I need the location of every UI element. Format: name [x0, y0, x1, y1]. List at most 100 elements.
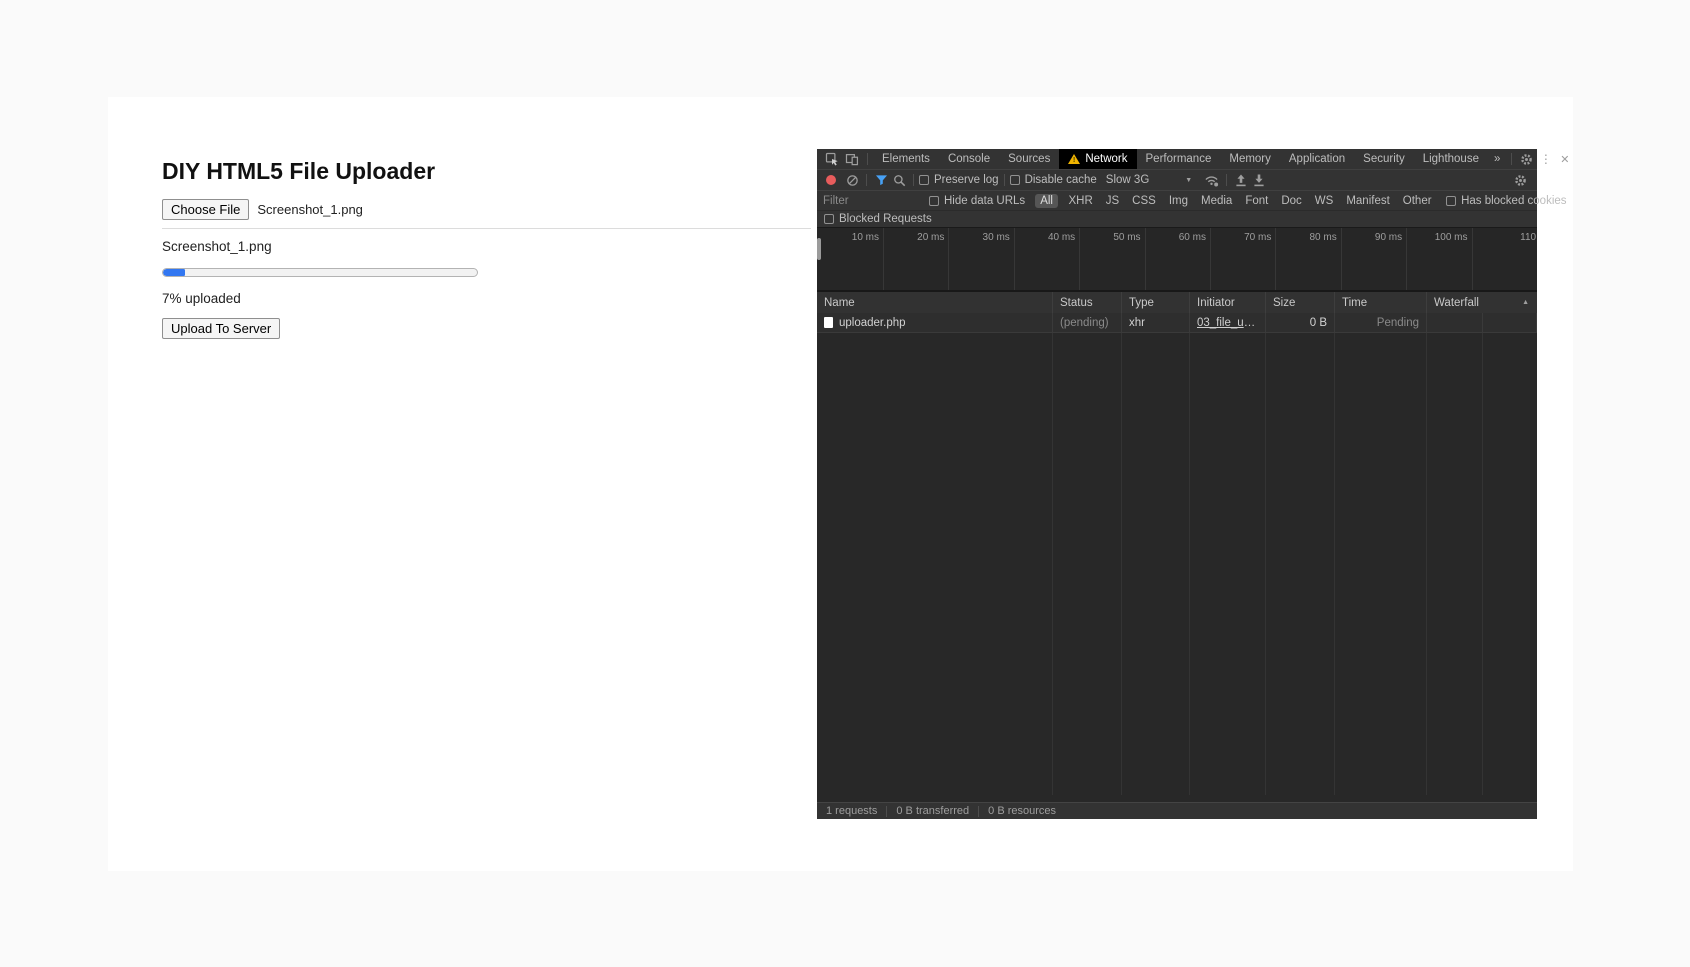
network-conditions-icon[interactable]: [1201, 174, 1221, 187]
file-icon: [824, 317, 833, 328]
tab-network-label: Network: [1085, 153, 1127, 165]
ruler-tick: 40 ms: [1015, 228, 1080, 290]
upload-progress-fill: [163, 269, 185, 276]
checkbox-icon: [1446, 196, 1456, 206]
column-header-waterfall[interactable]: Waterfall ▲: [1427, 292, 1537, 313]
device-toolbar-icon[interactable]: [842, 152, 862, 166]
hide-data-urls-checkbox[interactable]: Hide data URLs: [929, 195, 1025, 207]
checkbox-icon: [929, 196, 939, 206]
divider: [1004, 174, 1005, 186]
network-settings-gear-icon[interactable]: [1510, 174, 1530, 187]
column-header-initiator[interactable]: Initiator: [1190, 292, 1266, 313]
tab-performance[interactable]: Performance: [1137, 149, 1221, 169]
hide-data-urls-label: Hide data URLs: [944, 195, 1025, 207]
chevron-down-icon[interactable]: ▼: [1185, 177, 1192, 184]
filter-type-css[interactable]: CSS: [1126, 195, 1163, 207]
request-time-cell: Pending: [1335, 313, 1427, 332]
search-icon[interactable]: [890, 174, 908, 187]
table-row[interactable]: uploader.php (pending) xhr 03_file_uploa…: [817, 313, 1537, 333]
upload-to-server-button[interactable]: Upload To Server: [162, 318, 280, 339]
divider: [913, 174, 914, 186]
divider: [867, 153, 868, 165]
network-filter-bar: Hide data URLs All XHR JS CSS Img Media …: [817, 190, 1537, 210]
divider: [162, 228, 811, 229]
filter-type-xhr[interactable]: XHR: [1062, 195, 1099, 207]
uploading-file-label: Screenshot_1.png: [162, 239, 272, 254]
throttling-dropdown[interactable]: Slow 3G: [1106, 174, 1149, 186]
divider: [1226, 174, 1227, 186]
filter-icon[interactable]: [872, 174, 890, 186]
tab-lighthouse[interactable]: Lighthouse: [1414, 149, 1488, 169]
divider: [866, 174, 867, 186]
more-tabs-icon[interactable]: »: [1488, 149, 1506, 169]
close-devtools-icon[interactable]: ✕: [1555, 150, 1574, 168]
divider: [1511, 153, 1512, 165]
request-waterfall-cell: [1427, 313, 1537, 332]
tab-security[interactable]: Security: [1354, 149, 1414, 169]
filter-type-js[interactable]: JS: [1099, 195, 1125, 207]
column-header-time[interactable]: Time: [1335, 292, 1427, 313]
request-status-cell: (pending): [1053, 313, 1122, 332]
import-har-icon[interactable]: [1232, 174, 1250, 187]
column-gridline: [1426, 333, 1427, 795]
request-initiator-cell[interactable]: 03_file_upload…: [1190, 313, 1266, 332]
page-title: DIY HTML5 File Uploader: [162, 158, 435, 185]
disable-cache-checkbox[interactable]: Disable cache: [1010, 174, 1097, 186]
filter-type-img[interactable]: Img: [1162, 195, 1194, 207]
checkbox-icon: [919, 175, 929, 185]
tab-console[interactable]: Console: [939, 149, 999, 169]
devtools-panel: Elements Console Sources ! Network Perfo…: [817, 149, 1537, 819]
column-header-status[interactable]: Status: [1053, 292, 1122, 313]
has-blocked-cookies-checkbox[interactable]: Has blocked cookies: [1446, 195, 1566, 207]
filter-type-other[interactable]: Other: [1396, 195, 1438, 207]
filter-type-media[interactable]: Media: [1195, 195, 1239, 207]
choose-file-button[interactable]: Choose File: [162, 199, 249, 220]
ruler-tick: 10 ms: [817, 228, 884, 290]
warning-icon: !: [1068, 154, 1080, 164]
export-har-icon[interactable]: [1250, 174, 1268, 187]
tab-network[interactable]: ! Network: [1059, 149, 1136, 169]
blocked-requests-checkbox[interactable]: Blocked Requests: [824, 213, 932, 225]
preserve-log-checkbox[interactable]: Preserve log: [919, 174, 999, 186]
selected-file-name: Screenshot_1.png: [257, 202, 363, 217]
tab-elements[interactable]: Elements: [873, 149, 939, 169]
inspect-element-icon[interactable]: [822, 152, 842, 166]
filter-type-manifest[interactable]: Manifest: [1340, 195, 1396, 207]
request-name-cell[interactable]: uploader.php: [817, 313, 1053, 332]
column-header-type[interactable]: Type: [1122, 292, 1190, 313]
tab-memory[interactable]: Memory: [1220, 149, 1280, 169]
throttling-value: Slow 3G: [1106, 174, 1149, 186]
settings-gear-icon[interactable]: [1517, 150, 1536, 168]
devtools-tab-bar: Elements Console Sources ! Network Perfo…: [817, 149, 1537, 169]
filter-type-font[interactable]: Font: [1239, 195, 1275, 207]
tab-sources[interactable]: Sources: [999, 149, 1059, 169]
timeline-scroll-handle[interactable]: [817, 238, 821, 260]
column-gridline: [1121, 333, 1122, 795]
requests-table-body: [817, 333, 1537, 802]
checkbox-icon: [824, 214, 834, 224]
filter-input[interactable]: [823, 195, 921, 207]
ruler-tick: 100 ms: [1407, 228, 1472, 290]
column-gridline: [1052, 333, 1053, 795]
tab-application[interactable]: Application: [1280, 149, 1354, 169]
file-picker-row: Choose File Screenshot_1.png: [162, 199, 363, 220]
upload-progress-bar: [162, 268, 478, 277]
clear-icon[interactable]: [843, 174, 861, 187]
initiator-link[interactable]: 03_file_upload…: [1197, 317, 1258, 329]
filter-type-ws[interactable]: WS: [1308, 195, 1340, 207]
column-header-name[interactable]: Name: [817, 292, 1053, 313]
disable-cache-label: Disable cache: [1025, 174, 1097, 186]
record-button[interactable]: [826, 175, 836, 185]
network-overview-timeline[interactable]: 10 ms 20 ms 30 ms 40 ms 50 ms 60 ms 70 m…: [817, 227, 1537, 290]
requests-count: 1 requests: [826, 805, 877, 817]
divider: [978, 806, 979, 817]
devtools-status-bar: 1 requests 0 B transferred 0 B resources: [817, 802, 1537, 819]
filter-type-all[interactable]: All: [1035, 194, 1058, 208]
column-header-size[interactable]: Size: [1266, 292, 1335, 313]
filter-type-doc[interactable]: Doc: [1275, 195, 1308, 207]
kebab-menu-icon[interactable]: ⋮: [1536, 150, 1555, 168]
request-name: uploader.php: [839, 317, 906, 329]
ruler-tick: 80 ms: [1276, 228, 1341, 290]
ruler-tick: 30 ms: [949, 228, 1014, 290]
upload-percent-label: 7% uploaded: [162, 291, 241, 306]
